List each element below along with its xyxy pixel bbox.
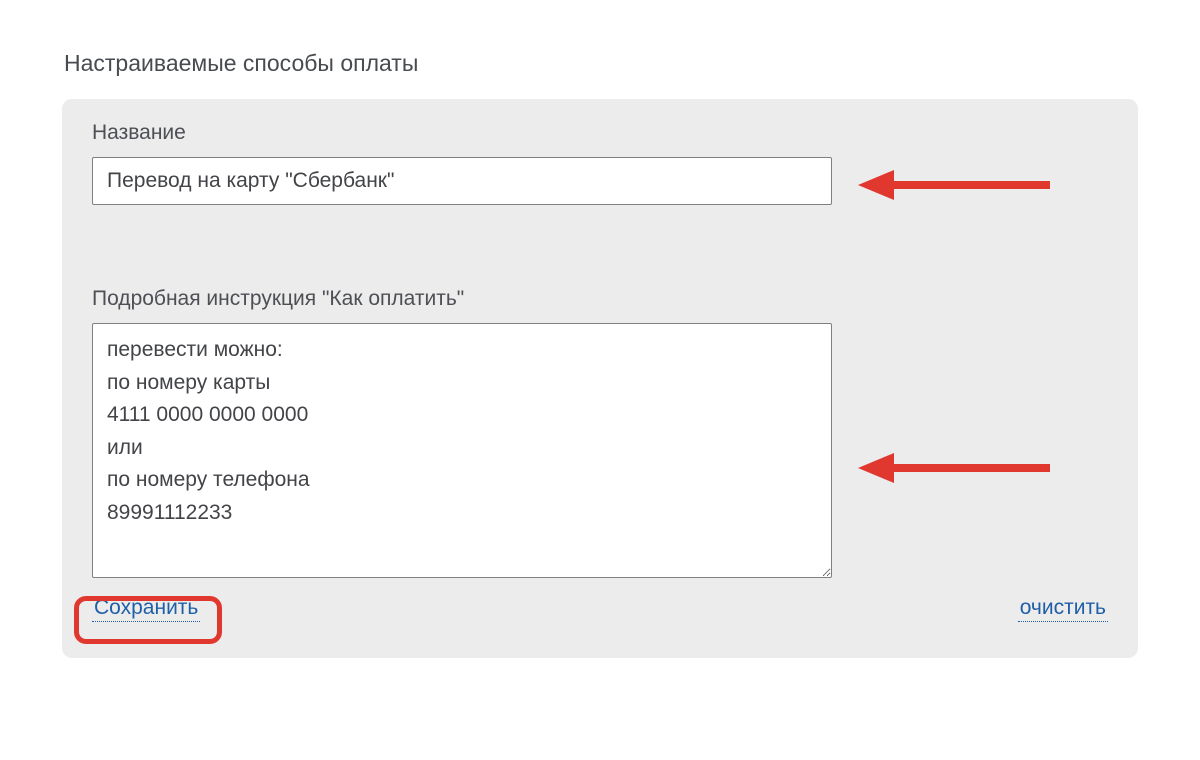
instructions-label: Подробная инструкция "Как оплатить" <box>92 287 1108 311</box>
clear-button[interactable]: очистить <box>1018 595 1108 622</box>
page-title: Настраиваемые способы оплаты <box>64 50 1138 77</box>
payment-method-card: Название Подробная инструкция "Как оплат… <box>62 99 1138 658</box>
save-button[interactable]: Сохранить <box>92 595 200 622</box>
name-label: Название <box>92 121 1108 145</box>
name-input[interactable] <box>92 157 832 205</box>
instructions-textarea[interactable] <box>92 323 832 578</box>
actions-row: Сохранить очистить <box>92 595 1108 622</box>
